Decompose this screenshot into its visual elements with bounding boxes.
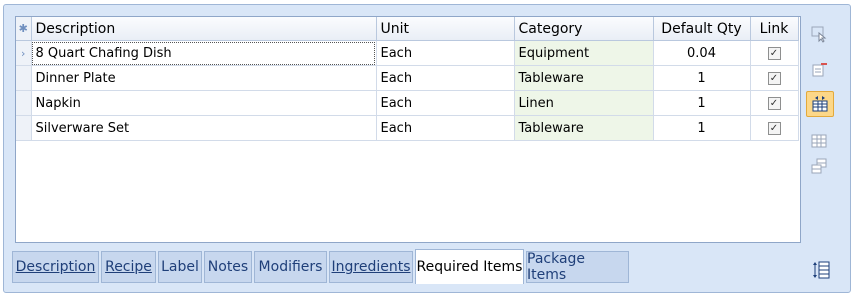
copy-grid-icon[interactable] <box>806 154 832 178</box>
link-checkbox[interactable]: ✓ <box>767 71 781 85</box>
row-indicator: › <box>16 40 32 66</box>
row-indicator-empty <box>16 90 32 116</box>
column-header-category[interactable]: Category <box>514 17 654 41</box>
unit-cell[interactable]: Each <box>376 115 515 141</box>
column-header-default-qty[interactable]: Default Qty <box>653 17 751 41</box>
tab-required-items[interactable]: Required Items <box>415 249 524 284</box>
tab-modifiers[interactable]: Modifiers <box>254 251 327 283</box>
tab-package-items[interactable]: Package Items <box>526 251 629 283</box>
link-cell[interactable]: ✓ <box>750 65 799 91</box>
items-table: ✱ Description Unit Category Default Qty … <box>16 17 799 141</box>
unit-cell[interactable]: Each <box>376 90 515 116</box>
link-checkbox[interactable]: ✓ <box>767 46 781 60</box>
default-qty-cell[interactable]: 1 <box>653 90 751 116</box>
category-cell[interactable]: Linen <box>514 90 654 116</box>
row-height-icon[interactable] <box>808 258 834 282</box>
row-indicator-empty <box>16 65 32 91</box>
tab-label[interactable]: Label <box>158 251 202 283</box>
tab-notes[interactable]: Notes <box>204 251 252 283</box>
table-row[interactable]: Silverware Set Each Tableware 1 ✓ <box>16 115 799 141</box>
link-cell[interactable]: ✓ <box>750 40 799 66</box>
category-cell[interactable]: Tableware <box>514 115 654 141</box>
tab-ingredients[interactable]: Ingredients <box>329 251 413 283</box>
remove-item-icon[interactable] <box>806 58 832 82</box>
grid-icon[interactable] <box>806 129 832 153</box>
column-header-link[interactable]: Link <box>750 17 799 41</box>
insert-column-icon[interactable] <box>806 91 834 117</box>
table-row[interactable]: › 8 Quart Chafing Dish Each Equipment 0.… <box>16 40 799 66</box>
select-row-icon[interactable] <box>806 22 832 46</box>
tab-description[interactable]: Description <box>12 251 99 283</box>
link-checkbox[interactable]: ✓ <box>767 121 781 135</box>
required-items-grid: ✱ Description Unit Category Default Qty … <box>15 16 801 243</box>
table-row[interactable]: Napkin Each Linen 1 ✓ <box>16 90 799 116</box>
link-cell[interactable]: ✓ <box>750 115 799 141</box>
description-cell[interactable]: Silverware Set <box>31 115 377 141</box>
new-row-indicator: ✱ <box>16 17 32 41</box>
link-checkbox[interactable]: ✓ <box>767 96 781 110</box>
description-cell[interactable]: 8 Quart Chafing Dish <box>31 40 377 66</box>
default-qty-cell[interactable]: 0.04 <box>653 40 751 66</box>
unit-cell[interactable]: Each <box>376 40 515 66</box>
unit-cell[interactable]: Each <box>376 65 515 91</box>
category-cell[interactable]: Tableware <box>514 65 654 91</box>
header-row: ✱ Description Unit Category Default Qty … <box>16 17 799 41</box>
table-row[interactable]: Dinner Plate Each Tableware 1 ✓ <box>16 65 799 91</box>
tab-recipe[interactable]: Recipe <box>101 251 156 283</box>
default-qty-cell[interactable]: 1 <box>653 65 751 91</box>
row-indicator-empty <box>16 115 32 141</box>
description-cell[interactable]: Dinner Plate <box>31 65 377 91</box>
category-cell[interactable]: Equipment <box>514 40 654 66</box>
column-header-description[interactable]: Description <box>31 17 377 41</box>
description-cell[interactable]: Napkin <box>31 90 377 116</box>
link-cell[interactable]: ✓ <box>750 90 799 116</box>
column-header-unit[interactable]: Unit <box>376 17 515 41</box>
default-qty-cell[interactable]: 1 <box>653 115 751 141</box>
